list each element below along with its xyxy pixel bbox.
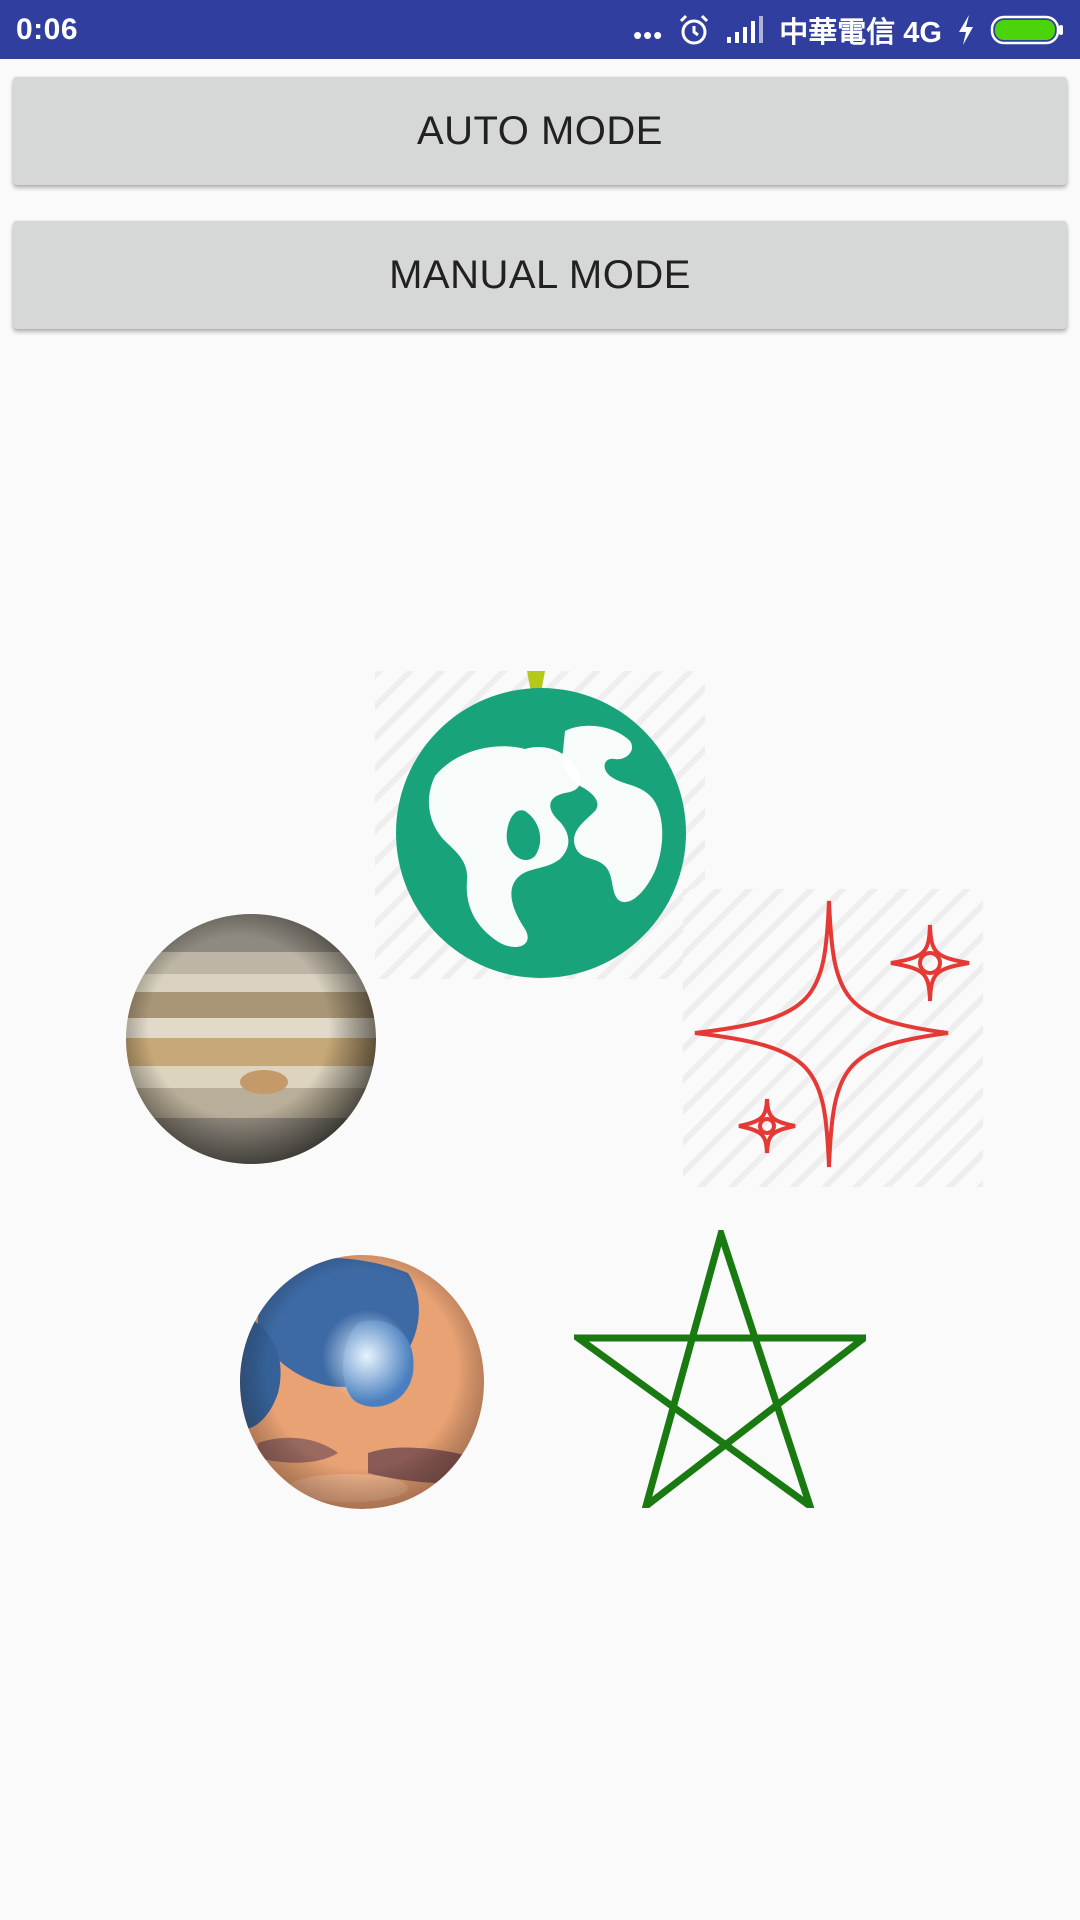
signal-bars-icon	[727, 15, 764, 43]
charging-bolt-icon	[959, 14, 973, 45]
mars-planet-image[interactable]	[238, 1253, 486, 1511]
sparkle-stars-icon[interactable]	[683, 889, 983, 1187]
carrier-label: 中華電信 4G	[779, 16, 942, 49]
earth-globe-icon[interactable]	[375, 671, 705, 979]
jupiter-planet-image[interactable]	[124, 912, 378, 1166]
manual-mode-button[interactable]: MANUAL MODE	[13, 221, 1067, 329]
pentagram-star-icon[interactable]	[567, 1221, 875, 1516]
battery-icon	[990, 15, 1063, 44]
status-bar: 0:06 ••• 中華電信 4G	[0, 0, 1080, 59]
alarm-clock-icon	[680, 14, 709, 44]
status-icons: ••• 中華電信 4G	[633, 9, 1064, 51]
more-dots-icon: •••	[632, 19, 664, 50]
status-time: 0:06	[16, 12, 79, 46]
auto-mode-button[interactable]: AUTO MODE	[13, 77, 1067, 185]
